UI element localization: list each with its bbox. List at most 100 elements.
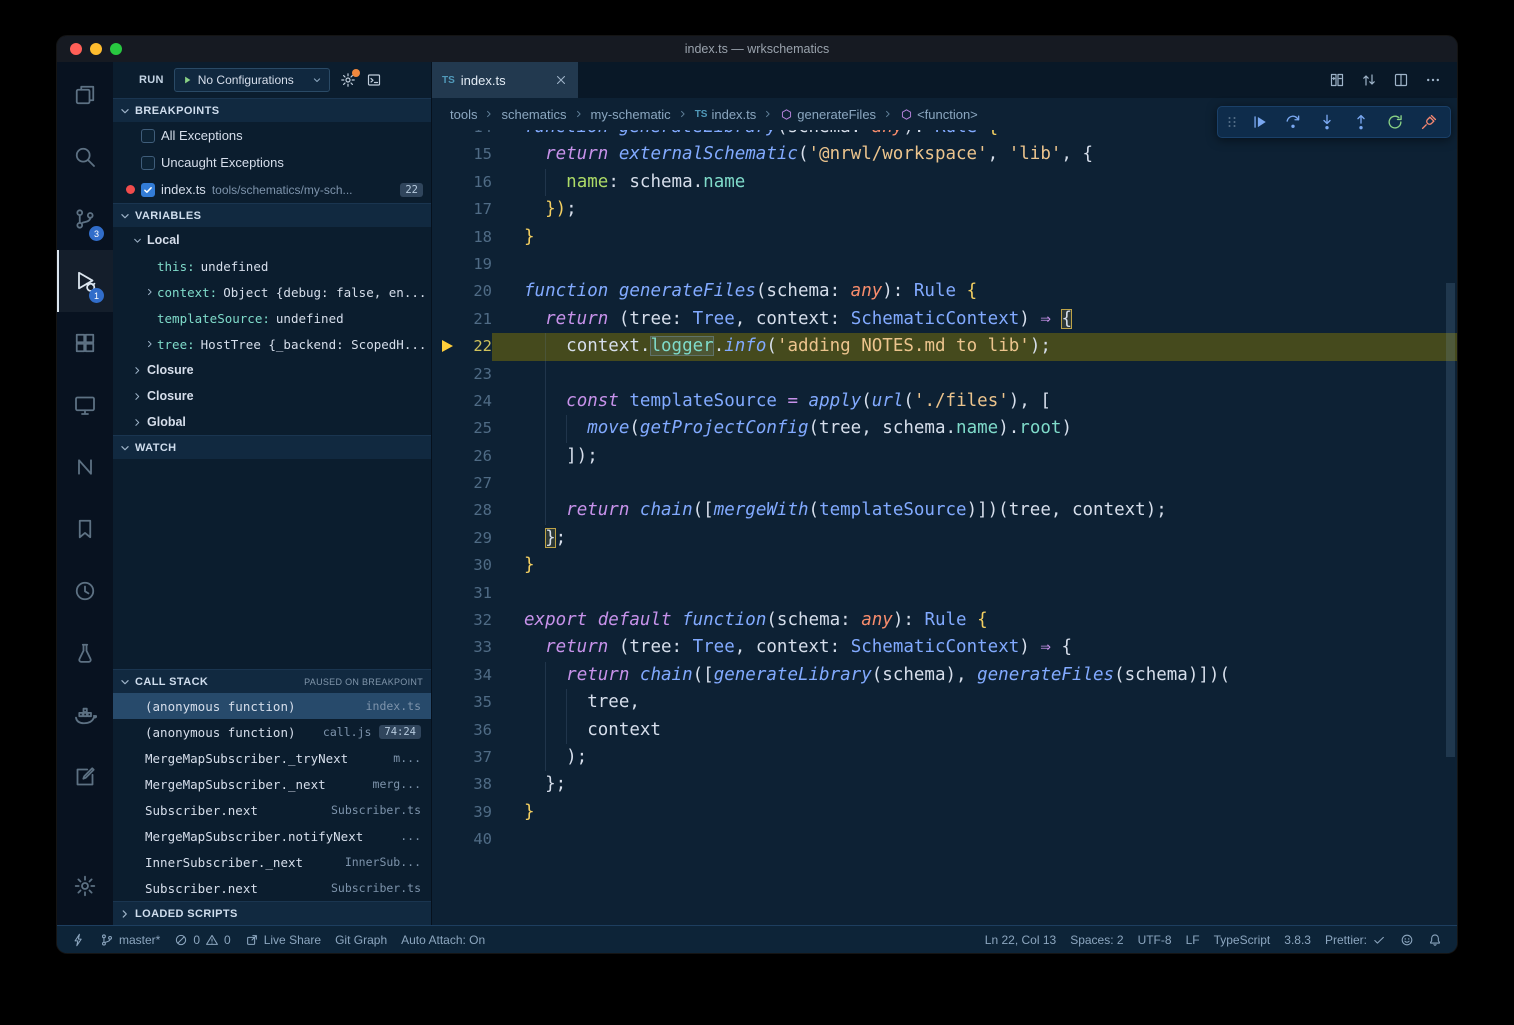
- step-over-button[interactable]: [1278, 108, 1308, 136]
- code-line[interactable]: 39}: [432, 799, 1457, 826]
- line-number[interactable]: 37: [432, 744, 492, 771]
- notifications[interactable]: [1421, 926, 1449, 953]
- line-number[interactable]: 33: [432, 634, 492, 661]
- debug-console-button[interactable]: [366, 72, 382, 88]
- code-line[interactable]: 19: [432, 251, 1457, 278]
- code-line[interactable]: 26 ]);: [432, 443, 1457, 470]
- code-line[interactable]: 28 return chain([mergeWith(templateSourc…: [432, 497, 1457, 524]
- code-line[interactable]: 30}: [432, 552, 1457, 579]
- breadcrumb-item[interactable]: TSindex.ts: [695, 107, 757, 122]
- git-branch[interactable]: master*: [93, 926, 167, 953]
- sync-changes-button[interactable]: [1361, 72, 1377, 88]
- line-number[interactable]: 25: [432, 415, 492, 442]
- disconnect-button[interactable]: [1414, 108, 1444, 136]
- activity-extensions[interactable]: [57, 312, 113, 374]
- step-into-button[interactable]: [1312, 108, 1342, 136]
- code-line[interactable]: 37 );: [432, 744, 1457, 771]
- line-number[interactable]: 38: [432, 771, 492, 798]
- step-out-button[interactable]: [1346, 108, 1376, 136]
- encoding[interactable]: UTF-8: [1131, 926, 1179, 953]
- call-stack-frame[interactable]: InnerSubscriber._nextInnerSub...: [113, 849, 431, 875]
- checkbox[interactable]: [141, 183, 155, 197]
- line-number[interactable]: 30: [432, 552, 492, 579]
- breadcrumb-item[interactable]: schematics: [501, 107, 566, 122]
- minimize-window-button[interactable]: [90, 43, 102, 55]
- variables-section-header[interactable]: VARIABLES: [113, 203, 431, 227]
- call-stack-frame[interactable]: MergeMapSubscriber._nextmerg...: [113, 771, 431, 797]
- line-number[interactable]: 26: [432, 443, 492, 470]
- split-editor-button[interactable]: [1393, 72, 1409, 88]
- code-line[interactable]: 17 });: [432, 196, 1457, 223]
- code-line[interactable]: 32export default function(schema: any): …: [432, 607, 1457, 634]
- activity-testing[interactable]: [57, 622, 113, 684]
- call-stack-section-header[interactable]: CALL STACK PAUSED ON BREAKPOINT: [113, 669, 431, 693]
- variable-item[interactable]: tree:HostTree {_backend: ScopedH...: [113, 331, 431, 357]
- activity-remote-explorer[interactable]: [57, 374, 113, 436]
- code-line[interactable]: 38 };: [432, 771, 1457, 798]
- problems[interactable]: 00: [167, 926, 237, 953]
- call-stack-frame[interactable]: (anonymous function)index.ts: [113, 693, 431, 719]
- continue-button[interactable]: [1244, 108, 1274, 136]
- line-number[interactable]: 29: [432, 525, 492, 552]
- watch-section-header[interactable]: WATCH: [113, 435, 431, 459]
- activity-timeline[interactable]: [57, 560, 113, 622]
- code-line[interactable]: 21 return (tree: Tree, context: Schemati…: [432, 306, 1457, 333]
- variables-scope[interactable]: Closure: [113, 357, 431, 383]
- line-number[interactable]: 16: [432, 169, 492, 196]
- indentation[interactable]: Spaces: 2: [1063, 926, 1130, 953]
- activity-source-control[interactable]: 3: [57, 188, 113, 250]
- variables-scope[interactable]: Global: [113, 409, 431, 435]
- feedback[interactable]: [1393, 926, 1421, 953]
- title-bar[interactable]: index.ts — wrkschematics: [57, 36, 1457, 62]
- line-number[interactable]: 20: [432, 278, 492, 305]
- code-line[interactable]: 33 return (tree: Tree, context: Schemati…: [432, 634, 1457, 661]
- code-line[interactable]: 35 tree,: [432, 689, 1457, 716]
- code-line[interactable]: 22 context.logger.info('adding NOTES.md …: [432, 333, 1457, 360]
- breadcrumb-item[interactable]: generateFiles: [780, 107, 876, 122]
- code-line[interactable]: 23: [432, 361, 1457, 388]
- line-number[interactable]: 39: [432, 799, 492, 826]
- variables-scope[interactable]: Closure: [113, 383, 431, 409]
- eol[interactable]: LF: [1179, 926, 1207, 953]
- typescript-version[interactable]: 3.8.3: [1277, 926, 1318, 953]
- loaded-scripts-section-header[interactable]: LOADED SCRIPTS: [113, 901, 431, 925]
- activity-notes[interactable]: [57, 746, 113, 808]
- line-number[interactable]: 19: [432, 251, 492, 278]
- call-stack-frame[interactable]: Subscriber.nextSubscriber.ts: [113, 875, 431, 901]
- call-stack-frame[interactable]: MergeMapSubscriber.notifyNext...: [113, 823, 431, 849]
- call-stack-frame[interactable]: MergeMapSubscriber._tryNextm...: [113, 745, 431, 771]
- scrollbar-thumb[interactable]: [1446, 283, 1455, 757]
- checkbox[interactable]: [141, 129, 155, 143]
- code-line[interactable]: 16 name: schema.name: [432, 169, 1457, 196]
- code-line[interactable]: 40: [432, 826, 1457, 853]
- call-stack-frame[interactable]: Subscriber.nextSubscriber.ts: [113, 797, 431, 823]
- variable-item[interactable]: templateSource:undefined: [113, 305, 431, 331]
- line-number[interactable]: 14: [432, 130, 492, 141]
- line-number[interactable]: 34: [432, 662, 492, 689]
- breadcrumb-item[interactable]: <function>: [900, 107, 978, 122]
- code-line[interactable]: 34 return chain([generateLibrary(schema)…: [432, 662, 1457, 689]
- close-tab-icon[interactable]: [554, 73, 568, 87]
- line-number[interactable]: 36: [432, 717, 492, 744]
- code-line[interactable]: 31: [432, 580, 1457, 607]
- activity-settings[interactable]: [57, 855, 113, 917]
- language-mode[interactable]: TypeScript: [1207, 926, 1278, 953]
- line-number[interactable]: 40: [432, 826, 492, 853]
- code-editor[interactable]: 14function generateLibrary(schema: any):…: [432, 130, 1457, 925]
- prettier[interactable]: Prettier:: [1318, 926, 1393, 953]
- line-number[interactable]: 24: [432, 388, 492, 415]
- activity-bookmarks[interactable]: [57, 498, 113, 560]
- variable-item[interactable]: context:Object {debug: false, en...: [113, 279, 431, 305]
- close-window-button[interactable]: [70, 43, 82, 55]
- breakpoint-item[interactable]: index.tstools/schematics/my-sch...22: [113, 176, 431, 203]
- code-line[interactable]: 27: [432, 470, 1457, 497]
- code-line[interactable]: 29 };: [432, 525, 1457, 552]
- drag-handle-icon[interactable]: [1224, 114, 1240, 130]
- line-number[interactable]: 17: [432, 196, 492, 223]
- call-stack-frame[interactable]: (anonymous function)call.js74:24: [113, 719, 431, 745]
- open-changes-button[interactable]: [1329, 72, 1345, 88]
- code-line[interactable]: 24 const templateSource = apply(url('./f…: [432, 388, 1457, 415]
- variable-item[interactable]: this:undefined: [113, 253, 431, 279]
- breadcrumb-item[interactable]: my-schematic: [591, 107, 671, 122]
- line-number[interactable]: 31: [432, 580, 492, 607]
